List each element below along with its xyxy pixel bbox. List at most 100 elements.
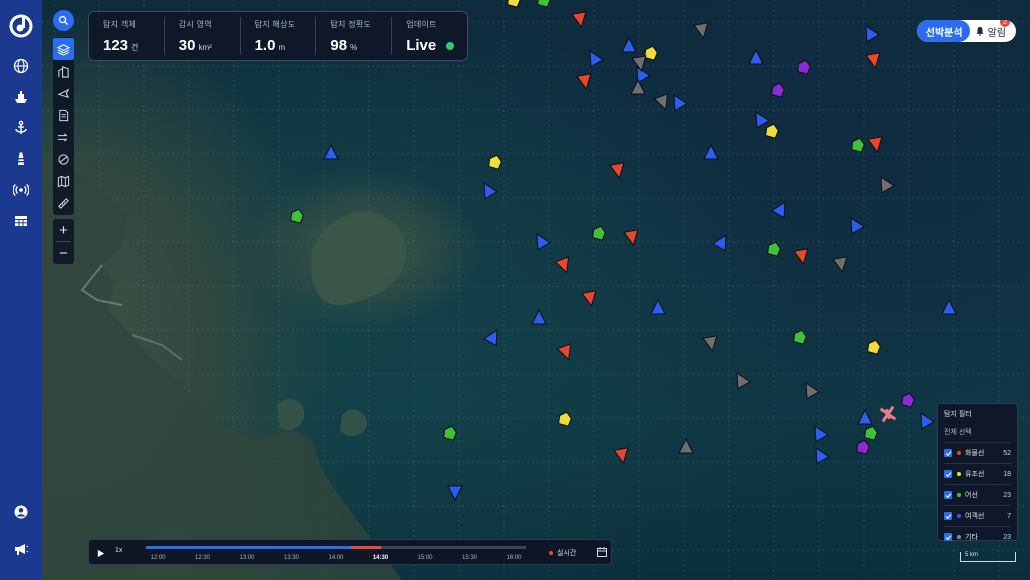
vessel-marker[interactable]	[867, 339, 882, 355]
vessel-marker[interactable]	[554, 256, 573, 275]
vessel-marker[interactable]	[290, 208, 305, 224]
calendar-icon[interactable]	[596, 546, 608, 558]
vessel-marker[interactable]	[703, 143, 719, 160]
satellite-map[interactable]	[42, 0, 1030, 580]
vessel-marker[interactable]	[323, 143, 339, 160]
vessel-marker[interactable]	[941, 298, 957, 315]
filter-item[interactable]: 어선 23	[944, 484, 1011, 505]
aircraft-marker[interactable]	[875, 401, 900, 426]
vessel-marker[interactable]	[750, 109, 771, 129]
vessel-marker[interactable]	[860, 23, 881, 43]
vessel-marker[interactable]	[832, 256, 849, 273]
vessel-marker[interactable]	[443, 425, 458, 441]
vessel-marker[interactable]	[507, 0, 522, 8]
vessel-marker[interactable]	[576, 73, 593, 90]
vessel-marker[interactable]	[678, 437, 694, 454]
zoom-in-button[interactable]: +	[53, 219, 74, 241]
vessel-marker[interactable]	[531, 231, 552, 251]
vessel-marker[interactable]	[793, 329, 808, 345]
tool-document-button[interactable]	[53, 104, 74, 126]
vessel-marker[interactable]	[857, 408, 873, 425]
nav-lighthouse-button[interactable]	[6, 146, 36, 172]
nav-signal-button[interactable]	[6, 177, 36, 203]
vessel-marker[interactable]	[845, 215, 866, 235]
vessel-marker[interactable]	[748, 48, 764, 65]
vessel-analysis-button[interactable]: 선박분석	[916, 20, 970, 42]
vessel-marker[interactable]	[571, 11, 588, 28]
vessel-marker[interactable]	[623, 229, 640, 246]
vessel-marker[interactable]	[650, 298, 666, 315]
tool-layers-button[interactable]	[53, 38, 74, 60]
play-button[interactable]	[93, 546, 107, 560]
vessel-marker[interactable]	[693, 22, 710, 39]
filter-item[interactable]: 화물선 52	[944, 442, 1011, 463]
map-search-button[interactable]	[53, 10, 74, 31]
nav-anchor-button[interactable]	[6, 115, 36, 141]
checkbox-checked-icon[interactable]	[944, 470, 952, 478]
tool-ruler-button[interactable]	[53, 192, 74, 214]
vessel-marker[interactable]	[711, 232, 732, 252]
checkbox-checked-icon[interactable]	[944, 512, 952, 520]
filter-item[interactable]: 기타 23	[944, 526, 1011, 547]
vessel-marker[interactable]	[556, 343, 575, 362]
checkbox-checked-icon[interactable]	[944, 491, 952, 499]
vessel-marker[interactable]	[856, 439, 871, 455]
vessel-marker[interactable]	[613, 447, 630, 464]
zoom-out-button[interactable]: −	[53, 242, 74, 264]
tool-buildings-button[interactable]	[53, 60, 74, 82]
playback-speed[interactable]: 1x	[115, 547, 122, 554]
vessel-marker[interactable]	[482, 327, 503, 347]
vessel-marker[interactable]	[531, 308, 547, 325]
vessel-marker[interactable]	[630, 78, 646, 95]
vessel-marker[interactable]	[702, 335, 719, 352]
nav-user-button[interactable]	[6, 499, 36, 525]
vessel-marker[interactable]	[765, 123, 780, 139]
vessel-marker[interactable]	[584, 48, 605, 68]
vessel-marker[interactable]	[771, 82, 786, 98]
tool-satellite-button[interactable]	[53, 148, 74, 170]
vessel-marker[interactable]	[644, 45, 659, 61]
vessel-marker[interactable]	[609, 162, 626, 179]
vessel-marker[interactable]	[478, 180, 499, 200]
vessel-marker[interactable]	[447, 485, 463, 502]
vessel-marker[interactable]	[851, 137, 866, 153]
vessel-marker[interactable]	[767, 241, 782, 257]
filter-item[interactable]: 여객선 7	[944, 505, 1011, 526]
vessel-marker[interactable]	[621, 36, 637, 53]
tool-aircraft-button[interactable]	[53, 82, 74, 104]
vessel-marker[interactable]	[864, 425, 879, 441]
vessel-marker[interactable]	[901, 392, 916, 408]
vessel-marker[interactable]	[865, 52, 882, 69]
vessel-marker[interactable]	[800, 380, 821, 400]
vessel-marker[interactable]	[581, 290, 598, 307]
realtime-toggle[interactable]: 실시간	[549, 548, 576, 558]
vessel-marker[interactable]	[668, 92, 689, 112]
vessel-marker[interactable]	[915, 410, 936, 430]
nav-globe-button[interactable]	[6, 53, 36, 79]
nav-ship-button[interactable]	[6, 84, 36, 110]
timeline-track[interactable]	[146, 546, 526, 549]
vessel-marker[interactable]	[875, 174, 896, 194]
vessel-marker[interactable]	[867, 136, 884, 153]
filter-item[interactable]: 유조선 18	[944, 463, 1011, 484]
vessel-marker[interactable]	[592, 225, 607, 241]
tool-route-button[interactable]	[53, 126, 74, 148]
checkbox-checked-icon[interactable]	[944, 449, 952, 457]
vessel-marker[interactable]	[797, 59, 812, 75]
vessel-marker[interactable]	[537, 0, 552, 8]
alert-button[interactable]: 알림 2	[970, 20, 1016, 42]
vessel-marker[interactable]	[488, 154, 503, 170]
vessel-marker[interactable]	[770, 199, 791, 219]
vessel-marker[interactable]	[558, 411, 573, 427]
tool-map-button[interactable]	[53, 170, 74, 192]
nav-megaphone-button[interactable]	[6, 536, 36, 562]
nav-table-button[interactable]	[6, 208, 36, 234]
select-all-link[interactable]: 전체 선택	[944, 427, 1011, 437]
vessel-marker[interactable]	[809, 423, 830, 443]
vessel-marker[interactable]	[793, 248, 810, 265]
vessel-marker[interactable]	[653, 93, 672, 112]
vessel-marker[interactable]	[810, 445, 831, 465]
app-logo-icon[interactable]	[9, 14, 33, 38]
vessel-marker[interactable]	[731, 370, 752, 390]
checkbox-checked-icon[interactable]	[944, 533, 952, 541]
